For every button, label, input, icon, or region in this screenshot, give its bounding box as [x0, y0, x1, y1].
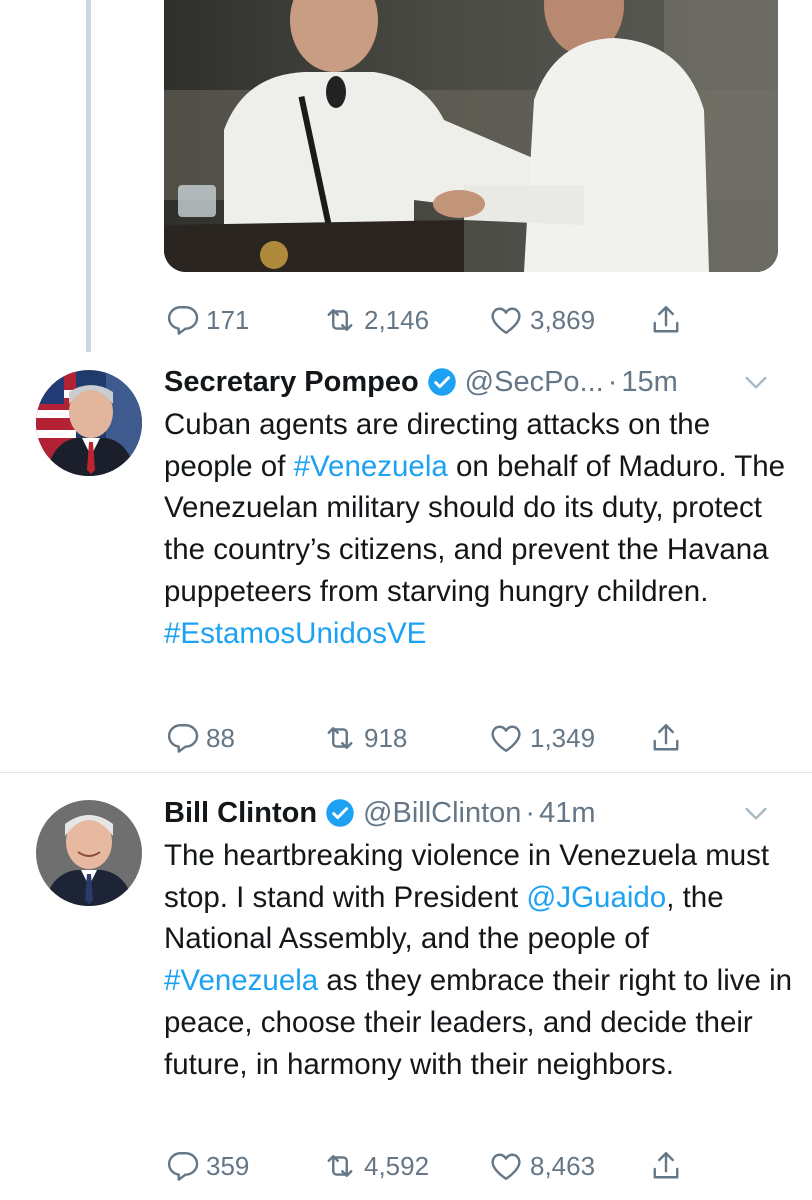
handle[interactable]: @SecPo...	[465, 366, 604, 399]
reply-icon	[167, 1152, 199, 1181]
verified-badge-icon	[427, 368, 456, 396]
heart-icon	[491, 725, 521, 752]
chevron-down-icon[interactable]	[740, 366, 772, 398]
photo-illustration	[164, 0, 778, 272]
tweet-text: Cuban agents are directing attacks on th…	[164, 404, 794, 654]
share-icon	[653, 724, 679, 751]
share-button[interactable]	[648, 718, 690, 758]
tweet-photo[interactable]	[164, 0, 778, 272]
tweet-actions: 359 4,592 8,463	[164, 1146, 704, 1186]
avatar-photo	[36, 800, 142, 906]
retweet-button[interactable]: 918	[322, 718, 407, 758]
retweet-count: 2,146	[364, 304, 430, 335]
like-count: 1,349	[530, 722, 596, 753]
chevron-down-icon[interactable]	[740, 797, 772, 829]
tweet-header: Bill Clinton @BillClinton · 41m	[164, 793, 772, 833]
timestamp[interactable]: 15m	[621, 366, 677, 399]
display-name[interactable]: Bill Clinton	[164, 797, 317, 830]
handle[interactable]: @BillClinton	[363, 797, 521, 830]
reply-button[interactable]: 359	[164, 1146, 249, 1186]
tweet-header: Secretary Pompeo @SecPo... · 15m	[164, 362, 772, 402]
timestamp[interactable]: 41m	[539, 797, 595, 830]
share-button[interactable]	[648, 1146, 690, 1186]
reply-count: 171	[206, 304, 250, 335]
retweet-button[interactable]: 2,146	[322, 300, 429, 340]
retweet-icon	[327, 727, 353, 749]
separator-dot: ·	[525, 796, 536, 829]
like-button[interactable]: 8,463	[488, 1146, 595, 1186]
hashtag-link[interactable]: #Venezuela	[294, 450, 448, 483]
heart-icon	[491, 307, 521, 334]
like-button[interactable]: 1,349	[488, 718, 595, 758]
reply-button[interactable]: 88	[164, 718, 235, 758]
reply-count: 359	[206, 1150, 250, 1181]
share-icon	[653, 306, 679, 333]
tweet-text: The heartbreaking violence in Venezuela …	[164, 835, 794, 1085]
tweet-divider	[0, 772, 812, 773]
share-icon	[653, 1152, 679, 1179]
like-button[interactable]: 3,869	[488, 300, 595, 340]
avatar-photo	[36, 370, 142, 476]
reply-count: 88	[206, 722, 235, 753]
avatar-bill-clinton[interactable]	[36, 800, 142, 906]
retweet-icon	[327, 309, 353, 331]
thread-connector-line	[86, 0, 91, 352]
retweet-button[interactable]: 4,592	[322, 1146, 429, 1186]
hashtag-link[interactable]: #Venezuela	[164, 964, 318, 997]
tweet-actions: 171 2,146 3,869	[164, 300, 704, 340]
mention-link[interactable]: @JGuaido	[526, 881, 666, 914]
heart-icon	[491, 1153, 521, 1180]
reply-icon	[167, 724, 199, 753]
like-count: 8,463	[530, 1150, 596, 1181]
reply-icon	[167, 306, 199, 335]
display-name[interactable]: Secretary Pompeo	[164, 366, 419, 399]
separator-dot: ·	[607, 365, 618, 398]
retweet-icon	[327, 1155, 353, 1177]
retweet-count: 918	[364, 722, 408, 753]
like-count: 3,869	[530, 304, 596, 335]
tweet-actions: 88 918 1,349	[164, 718, 704, 758]
hashtag-link[interactable]: #EstamosUnidosVE	[164, 617, 426, 650]
retweet-count: 4,592	[364, 1150, 430, 1181]
share-button[interactable]	[648, 300, 690, 340]
avatar-secretary-pompeo[interactable]	[36, 370, 142, 476]
reply-button[interactable]: 171	[164, 300, 249, 340]
verified-badge-icon	[326, 799, 354, 827]
